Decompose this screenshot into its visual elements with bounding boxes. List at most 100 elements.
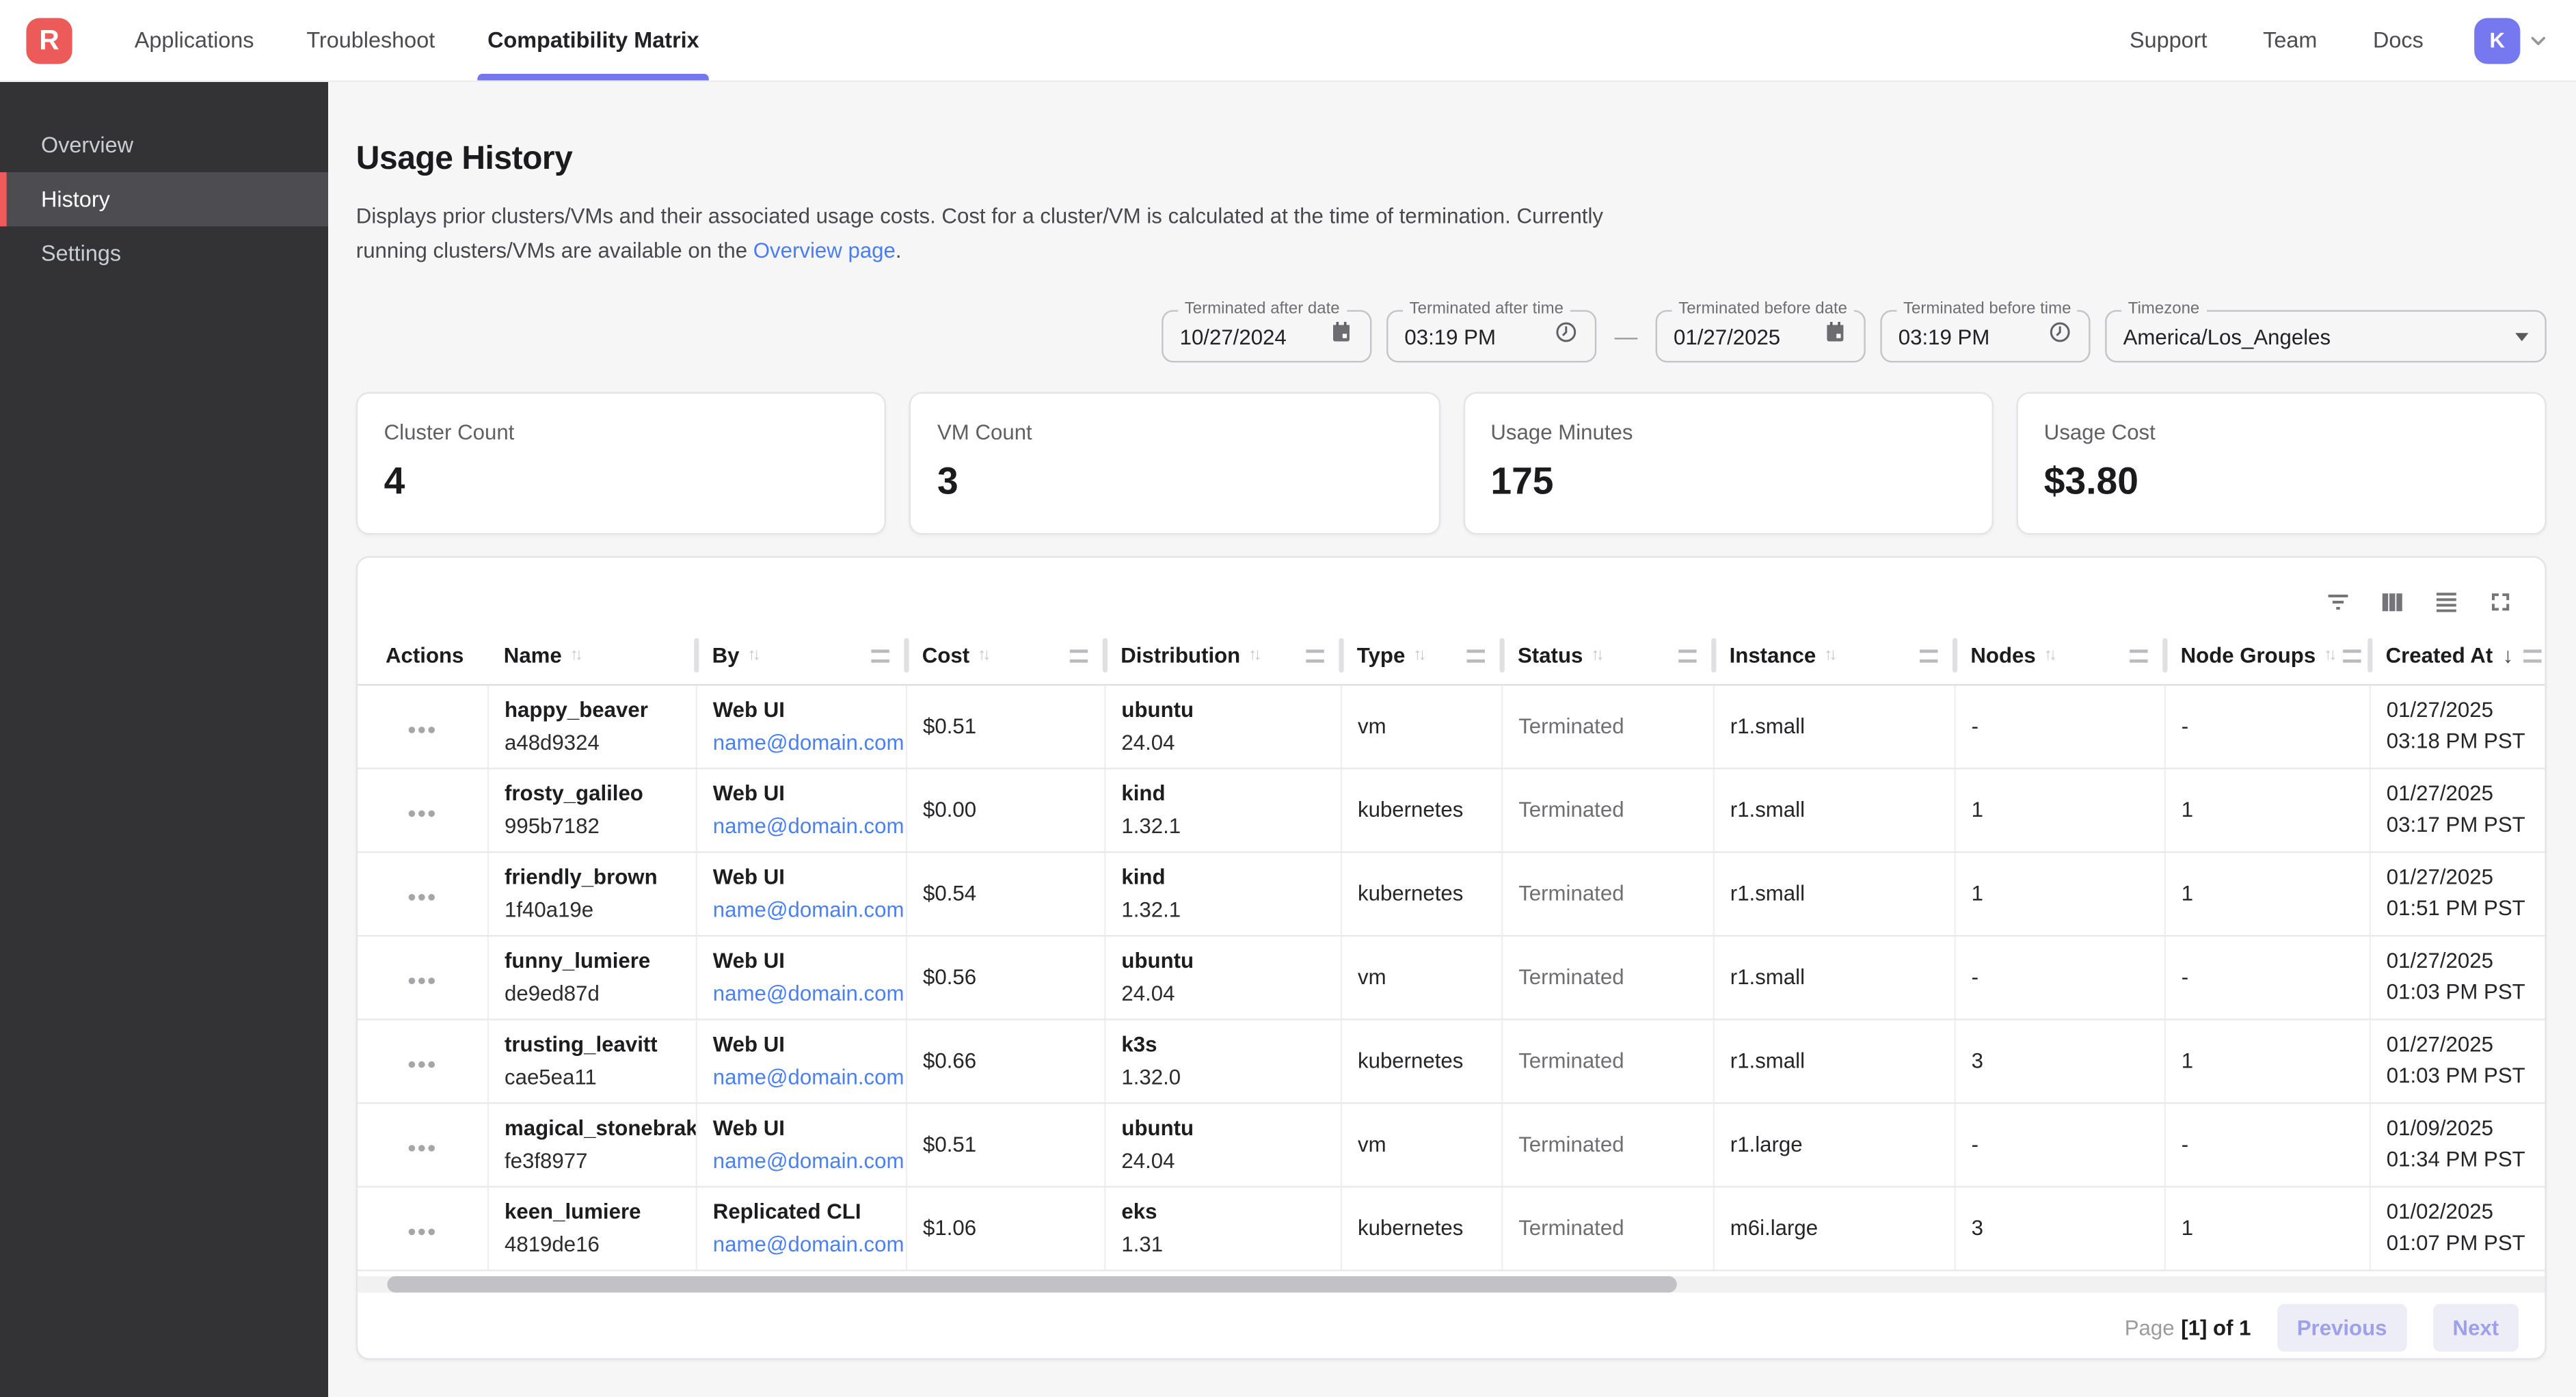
cluster-id: 995b7182 (505, 814, 678, 839)
distribution-version: 24.04 (1121, 1148, 1323, 1173)
distribution-version: 1.32.1 (1121, 897, 1323, 922)
timezone-select[interactable]: Timezone America/Los_Angeles (2105, 310, 2547, 363)
row-actions-button[interactable] (409, 1206, 435, 1250)
filter-icon[interactable] (2323, 586, 2352, 616)
cell-nodes: 1 (1954, 768, 2164, 851)
row-actions-button[interactable] (409, 704, 435, 748)
usage-history-table: Actions Name By Cost Distribution Type S… (358, 628, 2545, 1271)
scrollbar-thumb[interactable] (387, 1275, 1678, 1292)
row-actions-button[interactable] (409, 871, 435, 916)
nav-link-support[interactable]: Support (2102, 28, 2235, 53)
column-label: Instance (1730, 644, 1816, 668)
cell-status: Terminated (1501, 935, 1713, 1018)
cell-type: vm (1341, 684, 1501, 768)
column-menu-icon[interactable] (1306, 649, 1324, 662)
terminated-before-date-field[interactable]: Terminated before date 01/27/2025 (1656, 310, 1866, 363)
by-email-link[interactable]: name@domain.com (713, 730, 889, 755)
column-menu-icon[interactable] (2344, 649, 2361, 662)
clock-icon[interactable] (1554, 320, 1579, 353)
cell-distribution: kind1.32.1 (1104, 768, 1341, 851)
fullscreen-icon[interactable] (2486, 586, 2515, 616)
stat-value: $3.80 (2044, 459, 2519, 504)
nav-link-team[interactable]: Team (2235, 28, 2345, 53)
column-menu-icon[interactable] (871, 649, 889, 662)
more-horizontal-icon (419, 811, 426, 817)
cell-actions (358, 1019, 487, 1102)
created-date: 01/27/2025 (2387, 695, 2529, 726)
tab-compatibility-matrix[interactable]: Compatibility Matrix (461, 0, 725, 81)
previous-page-button[interactable]: Previous (2277, 1304, 2406, 1352)
next-page-button[interactable]: Next (2433, 1304, 2519, 1352)
field-value: 03:19 PM (1404, 324, 1496, 349)
cell-distribution: ubuntu24.04 (1104, 684, 1341, 768)
by-email-link[interactable]: name@domain.com (713, 1065, 889, 1089)
distribution-version: 24.04 (1121, 730, 1323, 755)
table-toolbar (358, 558, 2545, 628)
columns-icon[interactable] (2378, 586, 2407, 616)
stat-label: Cluster Count (384, 420, 859, 445)
sidebar-item-history[interactable]: History (0, 172, 328, 226)
created-time: 03:18 PM PST (2387, 726, 2529, 757)
column-header-node-groups[interactable]: Node Groups (2164, 628, 2370, 684)
by-email-link[interactable]: name@domain.com (713, 1232, 889, 1257)
terminated-after-date-field[interactable]: Terminated after date 10/27/2024 (1162, 310, 1371, 363)
field-label: Terminated before date (1672, 300, 1854, 318)
created-date: 01/27/2025 (2387, 1030, 2529, 1061)
calendar-icon[interactable] (1329, 320, 1354, 353)
cell-nodes: 3 (1954, 1186, 2164, 1269)
column-menu-icon[interactable] (1920, 649, 1937, 662)
by-email-link[interactable]: name@domain.com (713, 814, 889, 839)
column-header-actions: Actions (358, 628, 487, 684)
cell-by: Replicated CLIname@domain.com (696, 1186, 906, 1269)
sidebar: Overview History Settings (0, 82, 328, 1397)
cell-node-groups: 1 (2164, 852, 2370, 935)
page-title: Usage History (356, 141, 2547, 178)
more-horizontal-icon (419, 1061, 426, 1068)
tab-applications[interactable]: Applications (108, 0, 280, 81)
column-menu-icon[interactable] (2523, 649, 2541, 662)
column-menu-icon[interactable] (2130, 649, 2147, 662)
sidebar-item-settings[interactable]: Settings (0, 226, 328, 280)
column-menu-icon[interactable] (1467, 649, 1485, 662)
created-date: 01/27/2025 (2387, 863, 2529, 893)
cluster-id: a48d9324 (505, 730, 678, 755)
column-header-nodes[interactable]: Nodes (1954, 628, 2164, 684)
by-email-link[interactable]: name@domain.com (713, 1148, 889, 1173)
column-header-cost[interactable]: Cost (906, 628, 1104, 684)
column-header-name[interactable]: Name (487, 628, 696, 684)
overview-page-link[interactable]: Overview page (753, 237, 896, 262)
clock-icon[interactable] (2048, 320, 2072, 353)
cell-cost: $0.66 (906, 1019, 1104, 1102)
column-header-status[interactable]: Status (1501, 628, 1713, 684)
column-header-type[interactable]: Type (1341, 628, 1501, 684)
density-icon[interactable] (2432, 586, 2461, 616)
by-email-link[interactable]: name@domain.com (713, 897, 889, 922)
row-actions-button[interactable] (409, 1122, 435, 1167)
sidebar-item-overview[interactable]: Overview (0, 118, 328, 172)
stat-card-usage-minutes: Usage Minutes 175 (1463, 392, 1994, 535)
brand-logo[interactable]: R (26, 17, 72, 63)
terminated-before-time-field[interactable]: Terminated before time 03:19 PM (1880, 310, 2090, 363)
nav-link-docs[interactable]: Docs (2345, 28, 2451, 53)
cell-by: Web UIname@domain.com (696, 1102, 906, 1186)
column-header-by[interactable]: By (696, 628, 906, 684)
tab-troubleshoot[interactable]: Troubleshoot (280, 0, 461, 81)
by-email-link[interactable]: name@domain.com (713, 981, 889, 1005)
column-header-instance[interactable]: Instance (1713, 628, 1955, 684)
column-header-created-at[interactable]: Created At (2370, 628, 2545, 684)
column-menu-icon[interactable] (1678, 649, 1696, 662)
row-actions-button[interactable] (409, 787, 435, 832)
table-row: happy_beavera48d9324 Web UIname@domain.c… (358, 684, 2545, 768)
chevron-down-icon[interactable] (2527, 29, 2550, 52)
cell-actions (358, 1186, 487, 1269)
created-time: 01:34 PM PST (2387, 1144, 2529, 1175)
cell-name: trusting_leavittcae5ea11 (487, 1019, 696, 1102)
row-actions-button[interactable] (409, 1038, 435, 1083)
row-actions-button[interactable] (409, 955, 435, 999)
terminated-after-time-field[interactable]: Terminated after time 03:19 PM (1386, 310, 1596, 363)
column-header-distribution[interactable]: Distribution (1104, 628, 1341, 684)
avatar[interactable]: K (2474, 17, 2520, 63)
page-description: Displays prior clusters/VMs and their as… (356, 200, 1639, 268)
calendar-icon[interactable] (1823, 320, 1847, 353)
column-menu-icon[interactable] (1070, 649, 1088, 662)
